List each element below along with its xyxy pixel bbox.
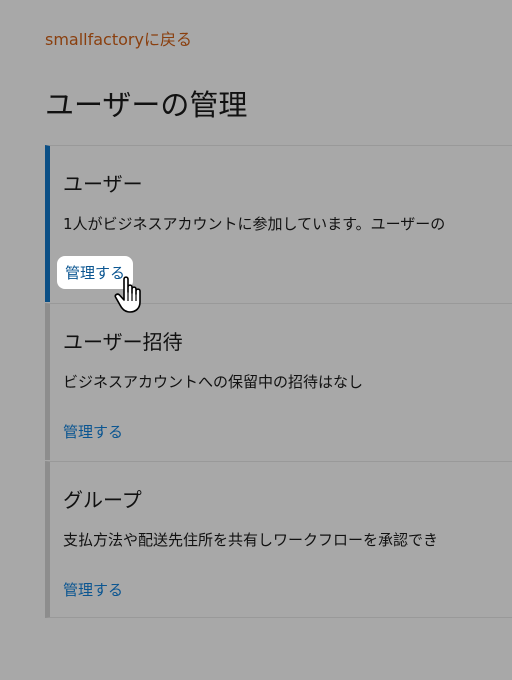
section-groups: グループ 支払方法や配送先住所を共有しワークフローを承認でき 管理する — [45, 461, 512, 618]
page-title: ユーザーの管理 — [45, 88, 248, 122]
section-title: ユーザー招待 — [63, 330, 183, 354]
settings-sections: ユーザー 1人がビジネスアカウントに参加しています。ユーザーの 管理する ユーザ… — [45, 145, 512, 620]
back-to-smallfactory-link[interactable]: smallfactoryに戻る — [45, 26, 192, 50]
hand-pointer-icon — [114, 276, 141, 313]
manage-users-page: smallfactoryに戻る ユーザーの管理 ユーザー 1人がビジネスアカウン… — [0, 0, 512, 680]
section-user-invites: ユーザー招待 ビジネスアカウントへの保留中の招待はなし 管理する — [45, 303, 512, 460]
section-description: 支払方法や配送先住所を共有しワークフローを承認でき — [63, 531, 439, 549]
manage-invites-link[interactable]: 管理する — [63, 421, 123, 442]
section-title: ユーザー — [63, 172, 143, 196]
manage-groups-link[interactable]: 管理する — [63, 579, 123, 600]
section-description: 1人がビジネスアカウントに参加しています。ユーザーの — [63, 215, 446, 233]
section-description: ビジネスアカウントへの保留中の招待はなし — [63, 373, 364, 391]
section-title: グループ — [63, 488, 142, 512]
